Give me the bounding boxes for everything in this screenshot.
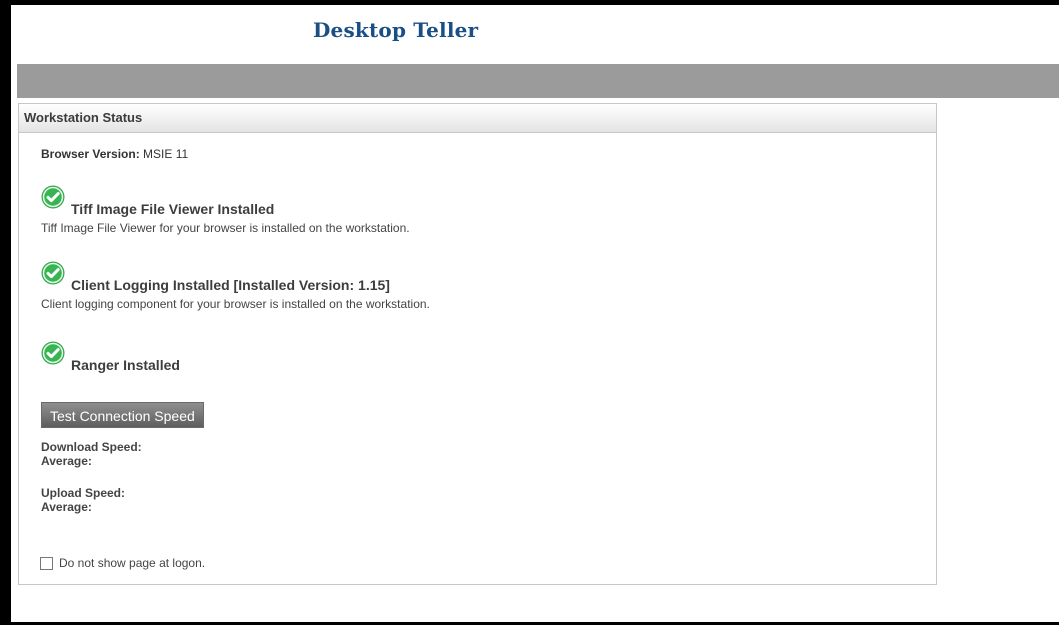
browser-version: Browser Version: MSIE 11 <box>41 147 188 161</box>
download-average-label: Average: <box>41 454 92 468</box>
upload-speed: Upload Speed: Average: <box>41 486 125 514</box>
status-item-tiff-viewer: Tiff Image File Viewer Installed Tiff Im… <box>41 185 410 235</box>
status-title: Client Logging Installed [Installed Vers… <box>71 277 390 293</box>
browser-version-label: Browser Version: <box>41 147 140 161</box>
download-speed-label: Download Speed: <box>41 440 142 454</box>
workstation-status-panel: Workstation Status Browser Version: MSIE… <box>18 103 937 585</box>
status-description: Client logging component for your browse… <box>41 297 430 311</box>
nav-bar <box>17 64 1059 98</box>
app-window: Desktop Teller Workstation Status Browse… <box>11 5 1059 622</box>
status-title: Tiff Image File Viewer Installed <box>71 201 275 217</box>
check-icon <box>41 261 65 285</box>
panel-title: Workstation Status <box>19 104 936 133</box>
do-not-show-label[interactable]: Do not show page at logon. <box>59 556 205 570</box>
upload-average-label: Average: <box>41 500 92 514</box>
check-icon <box>41 341 65 365</box>
do-not-show-option[interactable]: Do not show page at logon. <box>40 556 205 570</box>
test-connection-speed-button[interactable]: Test Connection Speed <box>41 402 204 428</box>
upload-speed-label: Upload Speed: <box>41 486 126 500</box>
app-title: Desktop Teller <box>313 18 479 42</box>
status-description: Tiff Image File Viewer for your browser … <box>41 221 410 235</box>
status-item-ranger: Ranger Installed <box>41 341 180 373</box>
browser-version-value: MSIE 11 <box>143 147 189 161</box>
download-speed: Download Speed: Average: <box>41 440 142 468</box>
status-item-client-logging: Client Logging Installed [Installed Vers… <box>41 261 430 311</box>
status-title: Ranger Installed <box>71 357 180 373</box>
check-icon <box>41 185 65 209</box>
do-not-show-checkbox[interactable] <box>40 556 53 570</box>
